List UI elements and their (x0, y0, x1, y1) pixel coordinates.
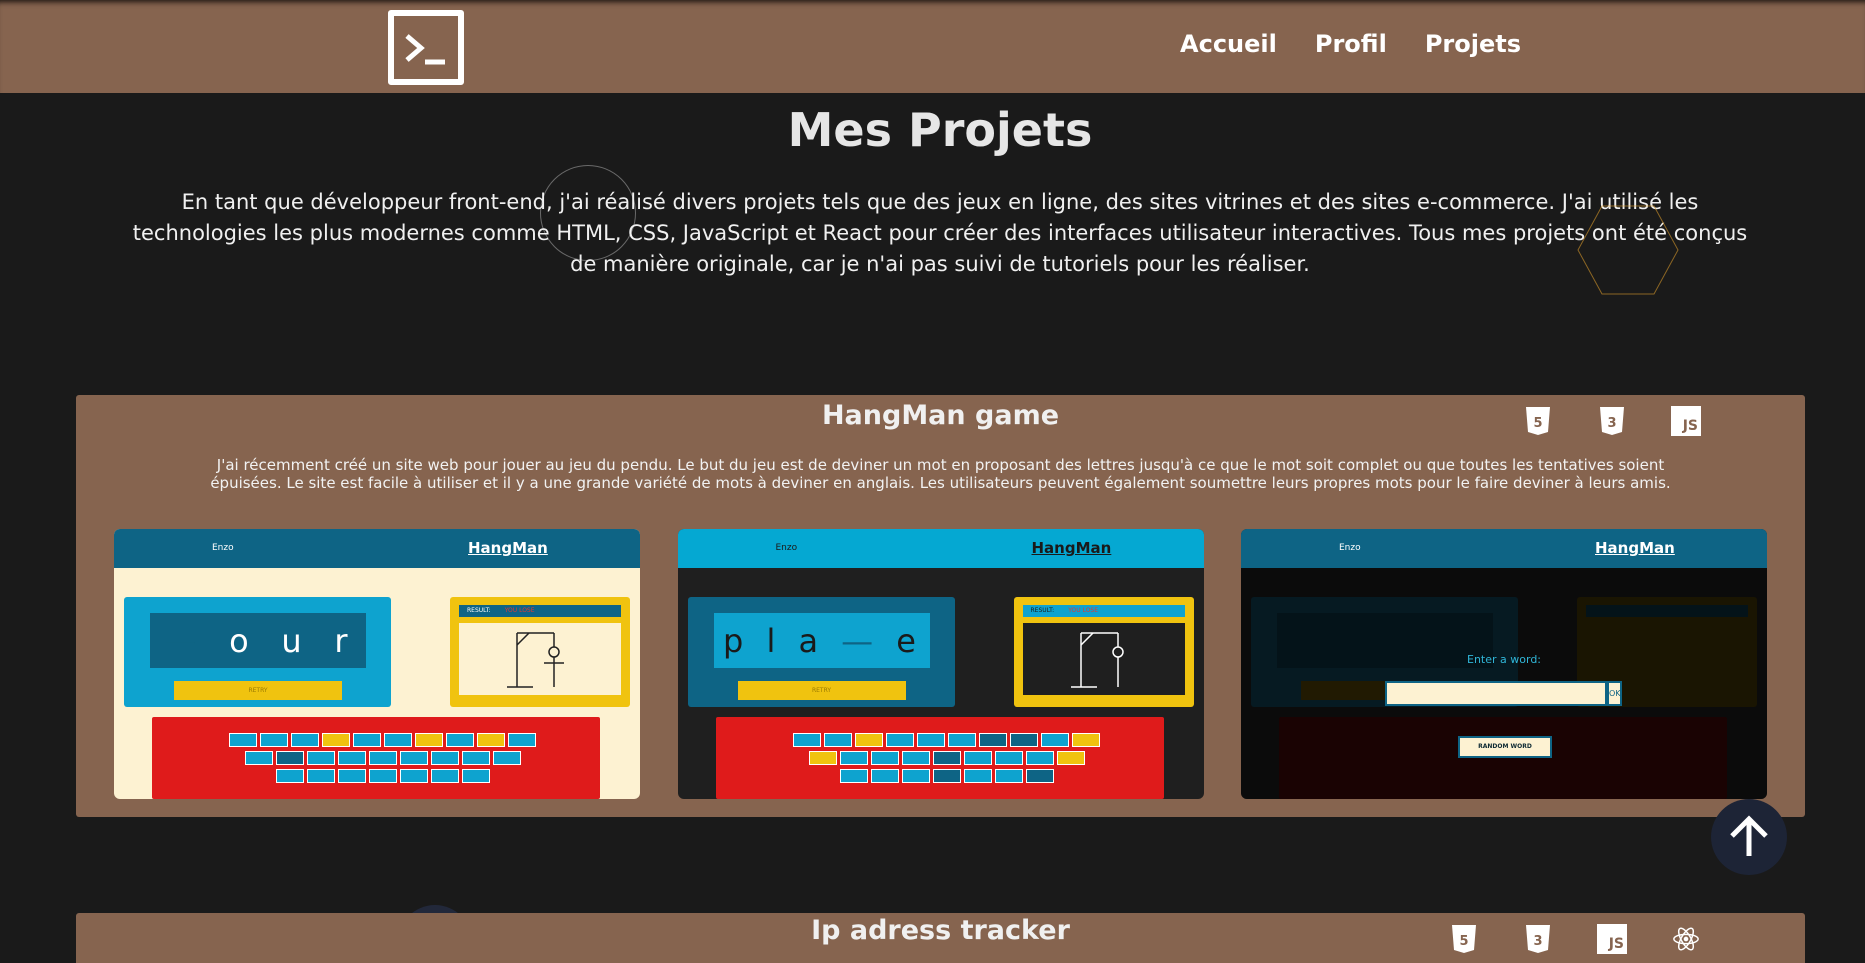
arrow-up-icon (1730, 815, 1768, 856)
letter-keyboard (152, 717, 600, 799)
retry-button: RETRY (737, 681, 906, 700)
project-description: J'ai récemment créé un site web pour jou… (210, 456, 1671, 492)
screenshot-header: Enzo HangMan (114, 529, 640, 568)
main-nav: Accueil Profil Projets (1180, 30, 1521, 58)
css3-icon: 3 (1523, 923, 1553, 955)
word-display: p l a — e (713, 613, 930, 668)
result-bar: RESULT: YOU LOSE (459, 605, 621, 617)
nav-link-projets[interactable]: Projets (1425, 30, 1521, 58)
svg-text:5: 5 (1459, 934, 1468, 949)
tech-icons: 5 3 JS (1449, 923, 1701, 955)
html5-icon: 5 (1449, 923, 1479, 955)
word-panel: p l a — e RETRY (687, 597, 955, 707)
random-word-button: RANDOM WORD (1458, 736, 1552, 758)
gallows-icon (1070, 632, 1124, 688)
js-icon: JS (1671, 405, 1701, 437)
js-icon: JS (1597, 923, 1627, 955)
gallows-drawing (1022, 623, 1185, 695)
result-panel: RESULT: YOU LOSE (1013, 597, 1194, 707)
html5-icon: 5 (1523, 405, 1553, 437)
project-screenshots: Enzo HangMan — o u r RETRY RESULT: YOU LO… (114, 529, 1767, 799)
svg-text:5: 5 (1533, 416, 1542, 431)
page-title: Mes Projets (787, 103, 1093, 157)
intro-paragraph: En tant que développeur front-end, j'ai … (132, 190, 1748, 276)
screenshot-header: Enzo HangMan (1241, 529, 1767, 568)
enter-word-label: Enter a word: (1467, 653, 1542, 666)
svg-text:3: 3 (1607, 416, 1616, 431)
nav-link-accueil[interactable]: Accueil (1180, 30, 1277, 58)
screenshot-header: Enzo HangMan (677, 529, 1204, 568)
svg-text:3: 3 (1533, 934, 1542, 949)
decorative-hexagon (1577, 205, 1679, 295)
word-input (1385, 681, 1607, 706)
game-name: HangMan (1031, 539, 1112, 557)
ok-button: OK (1607, 681, 1622, 706)
screenshot-dark-mode[interactable]: Enzo HangMan p l a — e RETRY RESULT: YOU … (677, 529, 1204, 799)
author-name: Enzo (212, 543, 234, 553)
game-name: HangMan (468, 539, 548, 557)
result-bar: RESULT: YOU LOSE (1022, 605, 1185, 617)
game-name: HangMan (1595, 539, 1675, 557)
author-name: Enzo (1339, 543, 1361, 553)
author-name: Enzo (775, 543, 798, 553)
site-header: Accueil Profil Projets (0, 0, 1865, 93)
retry-button: RETRY (174, 681, 342, 700)
css3-icon: 3 (1597, 405, 1627, 437)
nav-link-profil[interactable]: Profil (1315, 30, 1387, 58)
terminal-prompt-icon (405, 33, 445, 64)
screenshot-playing[interactable]: Enzo HangMan — o u r RETRY RESULT: YOU LO… (114, 529, 640, 799)
scroll-top-button[interactable] (1711, 799, 1787, 875)
gallows-drawing (459, 623, 621, 695)
screenshot-enter-word[interactable]: Enzo HangMan Enter a word: OK RANDOM WOR… (1241, 529, 1767, 799)
terminal-logo-icon[interactable] (388, 10, 464, 85)
project-card-ip-tracker: Ip adress tracker 5 3 JS (76, 913, 1805, 963)
letter-keyboard (715, 717, 1164, 799)
tech-icons: 5 3 JS (1523, 405, 1701, 437)
word-display: — o u r (150, 613, 366, 668)
word-panel: — o u r RETRY (124, 597, 391, 707)
project-card-hangman: HangMan game 5 3 JS J'ai récemment créé … (76, 395, 1805, 817)
result-panel: RESULT: YOU LOSE (450, 597, 630, 707)
gallows-icon (507, 632, 564, 688)
react-icon (1671, 923, 1701, 955)
